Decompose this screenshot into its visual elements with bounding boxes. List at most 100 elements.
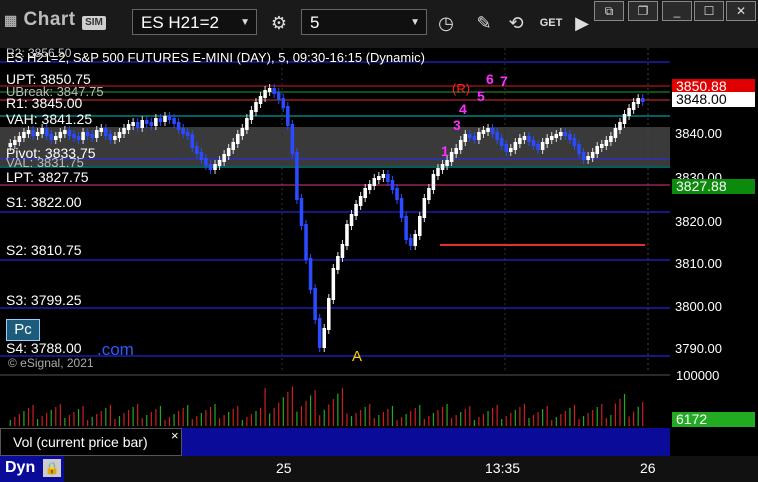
candle-body: [554, 134, 559, 138]
candle-body: [35, 132, 40, 136]
pc-badge[interactable]: Pc: [6, 319, 40, 341]
candle-body: [281, 98, 286, 108]
price-tick: 3800.00: [675, 299, 722, 314]
candle-body: [135, 122, 140, 128]
volume-bar: [273, 408, 275, 426]
marker-a: A: [352, 348, 362, 365]
candle-body: [267, 88, 272, 92]
candle-body: [172, 118, 176, 124]
candle-body: [536, 144, 540, 150]
candle-body: [327, 298, 331, 330]
lock-icon[interactable]: 🔒: [43, 459, 61, 477]
volume-bar: [373, 418, 375, 426]
volume-bar: [537, 412, 539, 426]
candle-body: [76, 136, 81, 140]
volume-bar: [546, 406, 548, 426]
candle-body: [63, 130, 67, 134]
volume-bar: [228, 412, 230, 426]
volume-bar: [355, 413, 357, 426]
volume-bar: [496, 405, 498, 426]
candle-body: [572, 138, 577, 146]
candle-body: [322, 328, 326, 348]
interval-value: 5: [310, 13, 320, 32]
volume-bar: [319, 415, 321, 426]
volume-bar: [341, 388, 344, 426]
volume-bar: [27, 408, 30, 426]
gear-icon[interactable]: ⚙: [266, 10, 292, 36]
candle-body: [22, 132, 26, 138]
volume-bar: [628, 416, 630, 426]
volume-chart[interactable]: [0, 372, 670, 428]
candle-body: [345, 224, 349, 246]
volume-bar: [451, 418, 453, 426]
symbol-select[interactable]: ES H21=2 ▼: [132, 9, 257, 35]
candle-body: [17, 136, 22, 142]
clock-icon[interactable]: ◷: [433, 10, 459, 36]
candle-body: [458, 140, 463, 150]
get-button[interactable]: GET: [536, 10, 566, 36]
volume-bar: [542, 409, 544, 426]
volume-bar: [400, 417, 403, 426]
restore-icon[interactable]: ❐: [628, 1, 658, 21]
minimize-icon[interactable]: _: [662, 1, 692, 21]
volume-bar: [437, 410, 439, 426]
volume-bar: [387, 409, 389, 426]
volume-bar: [382, 412, 384, 426]
copyright: © eSignal, 2021: [8, 356, 94, 370]
candle-body: [163, 116, 167, 122]
close-icon[interactable]: ×: [171, 428, 179, 443]
interval-select[interactable]: 5 ▼: [301, 9, 427, 35]
volume-bar: [32, 405, 34, 426]
candle-body: [358, 196, 363, 206]
seq-label-5: 5: [477, 88, 485, 104]
candle-body: [40, 128, 44, 134]
volume-bar: [223, 415, 225, 426]
maximize-icon[interactable]: ☐: [694, 1, 724, 21]
volume-bar: [82, 406, 84, 426]
volume-bar: [469, 406, 471, 426]
candle-body: [290, 124, 295, 154]
candle-body: [126, 124, 131, 130]
volume-bar: [36, 419, 39, 426]
candle-body: [58, 132, 63, 138]
candle-body: [113, 136, 117, 140]
play-icon[interactable]: ▶: [569, 10, 595, 36]
volume-bar: [642, 402, 644, 426]
volume-label-box[interactable]: Vol (current price bar) ×: [0, 428, 182, 456]
candle-body: [54, 136, 58, 140]
candle-body: [317, 318, 322, 348]
candle-body: [590, 152, 595, 158]
volume-bar: [460, 412, 462, 426]
volume-bar: [510, 413, 512, 426]
candle-body: [627, 108, 631, 116]
volume-bar: [182, 408, 184, 426]
link-icon[interactable]: ⧉: [594, 1, 624, 21]
volume-bar: [441, 407, 444, 426]
pencil-icon[interactable]: ✎: [471, 10, 497, 36]
candle-body: [522, 136, 527, 140]
study-icon[interactable]: ⟲: [503, 10, 529, 36]
candle-body: [454, 148, 458, 154]
volume-bar: [369, 404, 371, 426]
volume-bar: [246, 417, 248, 426]
candle-body: [276, 92, 281, 100]
volume-bar: [68, 415, 71, 426]
volume-bar: [77, 409, 80, 426]
volume-bar: [332, 399, 334, 426]
candle-body: [372, 178, 377, 186]
volume-bar: [314, 390, 316, 426]
volume-bar: [464, 409, 466, 426]
volume-bar: [105, 408, 107, 426]
candle-body: [340, 244, 345, 258]
dyn-panel[interactable]: Dyn 🔒: [0, 456, 64, 482]
chevron-down-icon: ▼: [410, 17, 420, 28]
com-text: .com: [97, 340, 134, 359]
candle-body: [595, 146, 599, 154]
candle-body: [618, 122, 622, 130]
close-icon[interactable]: ✕: [726, 1, 756, 21]
candle-body: [208, 164, 213, 170]
candle-body: [226, 148, 231, 156]
candle-body: [249, 110, 254, 120]
volume-last-box: 6172: [672, 412, 755, 427]
volume-bar: [555, 417, 557, 426]
